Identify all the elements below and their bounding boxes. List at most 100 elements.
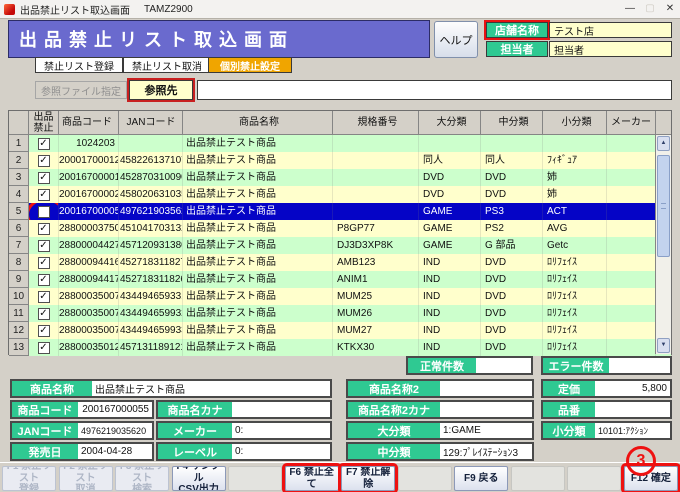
column-header: メーカー	[607, 111, 656, 135]
f7-prohibit-release[interactable]: F7 禁止解除	[341, 466, 395, 491]
f2-prohibit-list-cancel[interactable]: F2 禁止リスト 取消	[59, 466, 113, 491]
fkey-blank	[567, 466, 621, 491]
row-number: 12	[9, 322, 29, 339]
release-date-field[interactable]: 2004-04-28	[78, 444, 152, 459]
table-row[interactable]: 9✓2880009441714527183118269出品禁止テスト商品ANIM…	[9, 271, 671, 288]
f6-prohibit-all[interactable]: F6 禁止全て	[285, 466, 339, 491]
cell-name: 出品禁止テスト商品	[183, 169, 333, 186]
cell-kikaku	[333, 152, 419, 169]
cell-sho: ﾛﾘﾌｪｲｽ	[543, 322, 607, 339]
product-kana-field[interactable]	[232, 402, 330, 417]
checkbox-cell: ✓	[29, 152, 59, 169]
prohibit-checkbox[interactable]: ✓	[38, 342, 50, 354]
label-company-field[interactable]: 0:	[232, 444, 330, 459]
product-name2-group: 商品名称2	[346, 379, 534, 398]
cell-dai: IND	[419, 288, 481, 305]
product-code-field[interactable]: 200167000055	[78, 402, 152, 417]
column-header: JANコード	[119, 111, 183, 135]
cell-dai: IND	[419, 322, 481, 339]
browse-button[interactable]: 参照先	[129, 80, 193, 100]
row-number: 6	[9, 220, 29, 237]
column-header: 中分類	[481, 111, 543, 135]
prohibit-checkbox[interactable]: ✓	[38, 189, 50, 201]
product-name-field[interactable]: 出品禁止テスト商品	[92, 381, 330, 396]
prohibit-checkbox[interactable]: ✓	[38, 240, 50, 252]
table-row[interactable]: 8✓2880009441634527183118276出品禁止テスト商品AMB1…	[9, 254, 671, 271]
f1-prohibit-list-register[interactable]: F1 禁止リスト 登録	[2, 466, 56, 491]
minor-category-field[interactable]: 10101:ｱｸｼｮﾝ	[595, 423, 670, 438]
error-count-group: エラー件数	[541, 356, 672, 375]
minimize-icon[interactable]: —	[620, 1, 640, 17]
table-row[interactable]: 2✓2000170001214582261371076出品禁止テスト商品同人同人…	[9, 152, 671, 169]
tab-prohibit-list-cancel[interactable]: 禁止リスト取消	[123, 57, 211, 73]
cell-kikaku: MUM26	[333, 305, 419, 322]
cell-maker	[607, 254, 656, 271]
table-row[interactable]: 7✓2880000442734571209313803出品禁止テスト商品DJ3D…	[9, 237, 671, 254]
middle-category-label: 中分類	[348, 444, 440, 459]
cell-name: 出品禁止テスト商品	[183, 203, 333, 220]
prohibit-checkbox[interactable]: ✓	[38, 223, 50, 235]
table-row[interactable]: 1✓1024203出品禁止テスト商品	[9, 135, 671, 152]
cell-kikaku: DJ3D3XP8K	[333, 237, 419, 254]
file-path-input[interactable]	[197, 80, 672, 100]
f3-prohibit-list-search[interactable]: F3 禁止リスト 検索	[115, 466, 169, 491]
cell-sho: ﾛﾘﾌｪｲｽ	[543, 339, 607, 356]
prohibit-checkbox[interactable]: ✓	[38, 172, 50, 184]
table-row[interactable]: 11✓2880003500764344946599326出品禁止テスト商品MUM…	[9, 305, 671, 322]
scroll-down-icon[interactable]: ▼	[657, 338, 670, 353]
prohibit-checkbox[interactable]: ✓	[38, 325, 50, 337]
prohibit-checkbox[interactable]: ✓	[38, 257, 50, 269]
checkbox-cell: ✓	[29, 305, 59, 322]
table-row[interactable]: 6✓2880000375014510417031321出品禁止テスト商品P8GP…	[9, 220, 671, 237]
checkbox-cell	[29, 203, 59, 220]
table-row[interactable]: 13✓2880003501214571311891213出品禁止テスト商品KTK…	[9, 339, 671, 356]
maker-group: メーカー 0:	[156, 421, 332, 440]
f4-sample-csv-output[interactable]: F4 サンプル CSV出力	[172, 466, 226, 491]
prohibit-checkbox[interactable]: ✓	[38, 274, 50, 286]
function-key-bar: F1 禁止リスト 登録F2 禁止リスト 取消F3 禁止リスト 検索F4 サンプル…	[0, 462, 680, 492]
close-icon[interactable]: ✕	[660, 1, 680, 17]
cell-sho	[543, 135, 607, 152]
maximize-icon[interactable]: ▢	[640, 1, 660, 17]
cell-dai: DVD	[419, 186, 481, 203]
error-count-field[interactable]	[609, 358, 670, 373]
scroll-up-icon[interactable]: ▲	[657, 136, 670, 151]
row-number: 9	[9, 271, 29, 288]
normal-count-field[interactable]	[476, 358, 531, 373]
jan-code-field[interactable]: 4976219035620	[78, 423, 152, 438]
cell-kikaku: MUM27	[333, 322, 419, 339]
cell-chu: DVD	[481, 271, 543, 288]
prohibit-checkbox[interactable]: ✓	[38, 308, 50, 320]
product-name2-kana-field[interactable]	[440, 402, 532, 417]
maker-field[interactable]: 0:	[232, 423, 330, 438]
prohibit-checkbox[interactable]: ✓	[38, 138, 50, 150]
table-row[interactable]: 10✓2880003500754344946593319出品禁止テスト商品MUM…	[9, 288, 671, 305]
prohibit-checkbox[interactable]	[38, 206, 50, 218]
vertical-scrollbar[interactable]: ▲ ▼	[655, 135, 671, 354]
major-category-field[interactable]: 1:GAME	[440, 423, 532, 438]
middle-category-field[interactable]: 129:ﾌﾟﾚｲｽﾃｰｼｮﾝ3	[440, 444, 532, 459]
table-row[interactable]: 4✓2001670000224580206310357出品禁止テスト商品DVDD…	[9, 186, 671, 203]
price-label: 定価	[543, 381, 595, 396]
table-row[interactable]: 3✓2001670000184528703100903出品禁止テスト商品DVDD…	[9, 169, 671, 186]
cell-jan: 4528703100903	[119, 169, 183, 186]
table-row[interactable]: 52001670000554976219035620出品禁止テスト商品GAMEP…	[9, 203, 671, 220]
product-code-label: 商品コード	[12, 402, 78, 417]
staff-field[interactable]: 担当者	[549, 41, 672, 57]
price-field[interactable]: 5,800	[595, 381, 670, 396]
checkbox-cell: ✓	[29, 169, 59, 186]
part-number-field[interactable]	[595, 402, 670, 417]
prohibit-checkbox[interactable]: ✓	[38, 291, 50, 303]
store-name-field[interactable]: テスト店	[549, 22, 672, 38]
table-row[interactable]: 12✓2880003500774344946599333出品禁止テスト商品MUM…	[9, 322, 671, 339]
cell-dai	[419, 135, 481, 152]
product-name2-field[interactable]	[440, 381, 532, 396]
tab-prohibit-list-register[interactable]: 禁止リスト登録	[35, 57, 123, 73]
f9-back[interactable]: F9 戻る	[454, 466, 508, 491]
cell-sho: ﾛﾘﾌｪｲｽ	[543, 305, 607, 322]
scrollbar-thumb[interactable]	[657, 155, 670, 257]
prohibit-checkbox[interactable]: ✓	[38, 155, 50, 167]
cell-name: 出品禁止テスト商品	[183, 186, 333, 203]
tab-individual-prohibit[interactable]: 個別禁止設定	[208, 57, 292, 73]
help-button[interactable]: ヘルプ	[434, 21, 478, 58]
